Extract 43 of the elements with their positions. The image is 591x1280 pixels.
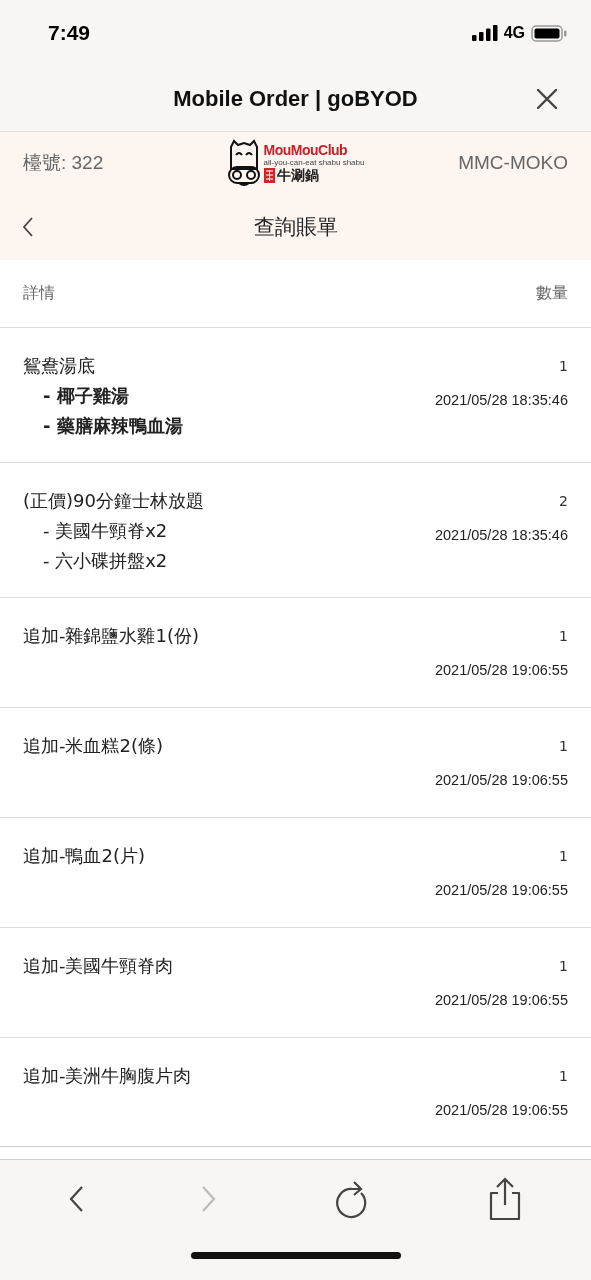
item-quantity: 1 (559, 358, 568, 374)
order-time: 2021/05/28 19:06:55 (434, 1102, 568, 1118)
order-time: 2021/05/28 18:35:46 (434, 527, 568, 543)
seal-icon (263, 167, 275, 183)
order-time: 2021/05/28 18:35:46 (434, 392, 568, 408)
item-quantity: 1 (559, 848, 568, 864)
order-time: 2021/05/28 19:06:55 (434, 772, 568, 788)
page-title: Mobile Order | goBYOD (173, 85, 418, 112)
logo-tagline: all-you-can-eat shabu shabu (263, 158, 365, 167)
item-quantity: 1 (559, 1068, 568, 1084)
section-title: 查詢賬單 (253, 214, 338, 241)
back-icon[interactable] (68, 1185, 85, 1213)
item-option: - 美國牛頸脊x2 (43, 519, 168, 543)
network-label: 4G (503, 24, 525, 42)
clock-time: 7:49 (48, 21, 92, 45)
item-name: 追加-米血糕2(條) (23, 734, 163, 758)
logo-subtitle: 牛涮鍋 (276, 167, 319, 183)
order-time: 2021/05/28 19:06:55 (434, 882, 568, 898)
item-option: - 椰子雞湯 (43, 384, 129, 408)
item-quantity: 1 (559, 738, 568, 754)
signal-icon (471, 25, 498, 41)
order-time: 2021/05/28 19:06:55 (434, 662, 568, 678)
item-name: 追加-雜錦鹽水雞1(份) (23, 624, 199, 648)
item-name: 追加-美洲牛胸腹片肉 (23, 1064, 192, 1088)
table-number: 檯號: 322 (23, 151, 105, 175)
back-icon[interactable] (22, 217, 34, 237)
store-code: MMC-MOKO (457, 152, 568, 174)
column-header: 數量 (536, 283, 568, 304)
battery-icon (531, 24, 567, 42)
cow-face-icon (226, 139, 261, 187)
item-name: 追加-鴨血2(片) (23, 844, 145, 868)
item-name: 鴛鴦湯底 (23, 354, 95, 378)
item-option: - 六小碟拼盤x2 (43, 549, 168, 573)
item-quantity: 1 (559, 628, 568, 644)
item-name: (正價)90分鐘士林放題 (23, 489, 204, 513)
item-name: 追加-美國牛頸脊肉 (23, 954, 174, 978)
column-header: 詳情 (23, 283, 55, 304)
logo-name: MouMouClub (263, 143, 348, 158)
item-option: - 藥膳麻辣鴨血湯 (43, 414, 183, 438)
close-icon[interactable] (537, 89, 557, 109)
item-quantity: 2 (559, 493, 568, 509)
order-time: 2021/05/28 19:06:55 (434, 992, 568, 1008)
item-quantity: 1 (559, 958, 568, 974)
